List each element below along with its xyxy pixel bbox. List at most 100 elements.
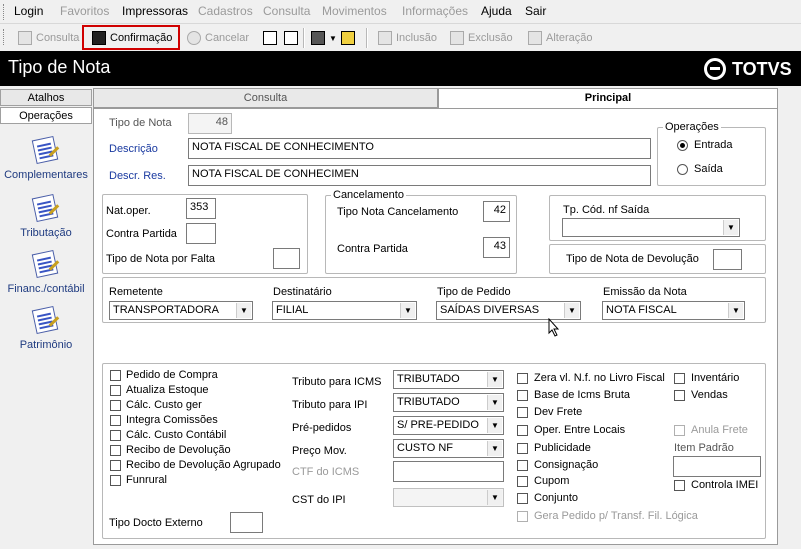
- inventario-checkbox[interactable]: [674, 373, 685, 384]
- toolbar-separator: [303, 28, 305, 48]
- print-button[interactable]: ▼: [311, 27, 337, 49]
- tipo-nota-falta-field[interactable]: [273, 248, 300, 269]
- remetente-select[interactable]: TRANSPORTADORA ▼: [109, 301, 253, 320]
- nat-oper-label: Nat.oper.: [106, 205, 151, 217]
- menu-sair[interactable]: Sair: [525, 4, 546, 18]
- saida-radio[interactable]: [677, 164, 688, 175]
- tipo-nota-cancel-field[interactable]: 42: [483, 201, 510, 222]
- gera-pedido-label: Gera Pedido p/ Transf. Fil. Lógica: [534, 510, 698, 522]
- tab-consulta[interactable]: Consulta: [93, 88, 438, 108]
- copy-doc-button[interactable]: [284, 27, 298, 49]
- atualiza-estoque-checkbox[interactable]: [110, 385, 121, 396]
- item-padrao-field[interactable]: [673, 456, 761, 477]
- new-document-icon: [263, 31, 277, 45]
- integra-comissoes-checkbox[interactable]: [110, 415, 121, 426]
- integra-comissoes-label: Integra Comissões: [126, 414, 218, 426]
- sidebar-tab-atalhos[interactable]: Atalhos: [0, 89, 92, 106]
- cst-ipi-label: CST do IPI: [292, 494, 346, 506]
- pre-pedidos-label: Pré-pedidos: [292, 422, 352, 434]
- publicidade-checkbox[interactable]: [517, 443, 528, 454]
- find-button[interactable]: [341, 27, 355, 49]
- vendas-label: Vendas: [691, 389, 728, 401]
- zera-vl-nf-checkbox[interactable]: [517, 373, 528, 384]
- sidebar-item-complementares[interactable]: Complementares: [0, 134, 92, 181]
- emissao-nota-select[interactable]: NOTA FISCAL ▼: [602, 301, 745, 320]
- cancelar-label: Cancelar: [205, 32, 250, 44]
- menu-consulta[interactable]: Consulta: [263, 4, 310, 18]
- operacoes-title: Operações: [663, 121, 721, 133]
- menu-informacoes[interactable]: Informações: [402, 4, 468, 18]
- tipo-nota-devolucao-field[interactable]: [713, 249, 742, 270]
- conjunto-label: Conjunto: [534, 492, 579, 504]
- cancel-contra-partida-field[interactable]: 43: [483, 237, 510, 258]
- gera-pedido-checkbox[interactable]: [517, 511, 528, 522]
- menu-favoritos[interactable]: Favoritos: [60, 4, 109, 18]
- recibo-devolucao-label: Recibo de Devolução: [126, 444, 231, 456]
- sidebar-item-patrimonio[interactable]: Patrimônio: [0, 304, 92, 351]
- calc-custo-ger-checkbox[interactable]: [110, 400, 121, 411]
- tributo-icms-select[interactable]: TRIBUTADO ▼: [393, 370, 504, 389]
- alteracao-button[interactable]: Alteração: [528, 27, 592, 49]
- menu-grip: [3, 4, 6, 20]
- cst-ipi-select[interactable]: ▼: [393, 488, 504, 507]
- new-doc-button[interactable]: [263, 27, 277, 49]
- remetente-label: Remetente: [109, 286, 163, 298]
- anula-frete-checkbox[interactable]: [674, 425, 685, 436]
- emissao-nota-label: Emissão da Nota: [603, 286, 687, 298]
- consulta-button[interactable]: Consulta: [18, 27, 79, 49]
- oper-entre-locais-checkbox[interactable]: [517, 425, 528, 436]
- sidebar-item-financ-contabil[interactable]: Financ./contábil: [0, 248, 92, 295]
- entrada-label: Entrada: [694, 139, 733, 151]
- pedido-compra-checkbox[interactable]: [110, 370, 121, 381]
- descr-res-field[interactable]: NOTA FISCAL DE CONHECIMEN: [188, 165, 651, 186]
- cancelar-button[interactable]: Cancelar: [187, 27, 249, 49]
- conjunto-checkbox[interactable]: [517, 493, 528, 504]
- cancel-contra-partida-label: Contra Partida: [337, 243, 408, 255]
- tp-cod-nf-saida-select[interactable]: ▼: [562, 218, 740, 237]
- ctf-icms-field[interactable]: [393, 461, 504, 482]
- tributo-ipi-label: Tributo para IPI: [292, 399, 368, 411]
- inventario-label: Inventário: [691, 372, 740, 384]
- tipo-nota-field[interactable]: 48: [188, 113, 232, 134]
- menu-impressoras[interactable]: Impressoras: [122, 4, 188, 18]
- dev-frete-checkbox[interactable]: [517, 407, 528, 418]
- menu-login[interactable]: Login: [14, 4, 43, 18]
- emissao-nota-value: NOTA FISCAL: [606, 304, 677, 316]
- descricao-field[interactable]: NOTA FISCAL DE CONHECIMENTO: [188, 138, 651, 159]
- sidebar-item-label: Patrimônio: [19, 339, 73, 351]
- chevron-down-icon: ▼: [487, 418, 502, 433]
- recibo-devolucao-agrupado-checkbox[interactable]: [110, 460, 121, 471]
- menu-movimentos[interactable]: Movimentos: [322, 4, 387, 18]
- document-pen-icon: [30, 134, 62, 166]
- contra-partida-field[interactable]: [186, 223, 216, 244]
- base-icms-bruta-checkbox[interactable]: [517, 390, 528, 401]
- remetente-value: TRANSPORTADORA: [113, 304, 219, 316]
- vendas-checkbox[interactable]: [674, 390, 685, 401]
- funrural-label: Funrural: [126, 474, 167, 486]
- exclusao-button[interactable]: Exclusão: [450, 27, 513, 49]
- recibo-devolucao-checkbox[interactable]: [110, 445, 121, 456]
- funrural-checkbox[interactable]: [110, 475, 121, 486]
- destinatario-select[interactable]: FILIAL ▼: [272, 301, 417, 320]
- consignacao-checkbox[interactable]: [517, 460, 528, 471]
- tab-principal[interactable]: Principal: [438, 88, 778, 108]
- pre-pedidos-select[interactable]: S/ PRE-PEDIDO ▼: [393, 416, 504, 435]
- pre-pedidos-value: S/ PRE-PEDIDO: [397, 419, 479, 431]
- dev-frete-label: Dev Frete: [534, 406, 583, 418]
- calc-custo-contabil-label: Cálc. Custo Contábil: [126, 429, 227, 441]
- sidebar-item-label: Tributação: [20, 227, 72, 239]
- inclusao-button[interactable]: Inclusão: [378, 27, 437, 49]
- menu-ajuda[interactable]: Ajuda: [481, 4, 512, 18]
- tributo-ipi-select[interactable]: TRIBUTADO ▼: [393, 393, 504, 412]
- document-pen-icon: [30, 304, 62, 336]
- entrada-radio[interactable]: [677, 140, 688, 151]
- tipo-docto-externo-field[interactable]: [230, 512, 263, 533]
- menu-cadastros[interactable]: Cadastros: [198, 4, 253, 18]
- preco-mov-select[interactable]: CUSTO NF ▼: [393, 439, 504, 458]
- controla-imei-checkbox[interactable]: [674, 480, 685, 491]
- sidebar-tab-operacoes[interactable]: Operações: [0, 107, 92, 124]
- calc-custo-contabil-checkbox[interactable]: [110, 430, 121, 441]
- cupom-checkbox[interactable]: [517, 476, 528, 487]
- sidebar-item-tributacao[interactable]: Tributação: [0, 192, 92, 239]
- nat-oper-field[interactable]: 353: [186, 198, 216, 219]
